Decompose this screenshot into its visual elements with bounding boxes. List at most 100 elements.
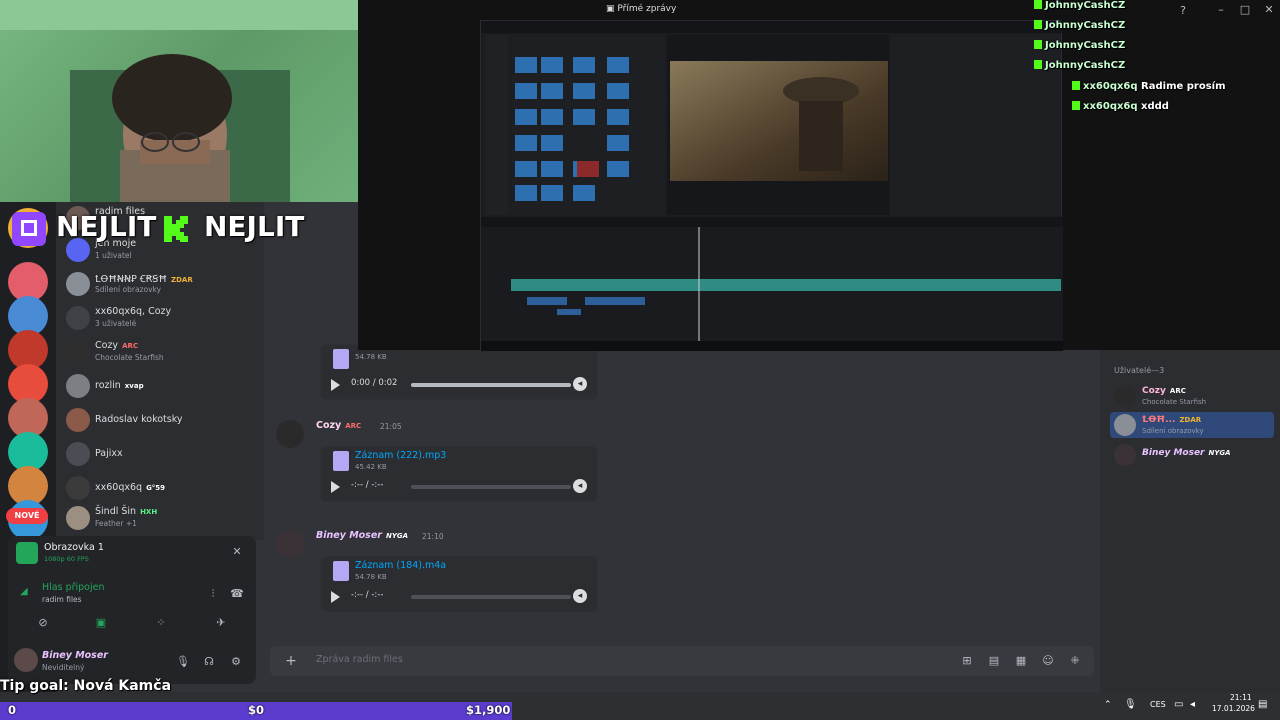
volume-icon[interactable]: ◂ [573, 479, 587, 493]
avatar [66, 306, 90, 330]
clock-time[interactable]: 21:11 [1230, 693, 1252, 702]
gear-icon[interactable]: ⚙ [229, 655, 243, 669]
user-panel: Obrazovka 1 1080p 60 FPS ✕ ◢ Hlas připoj… [8, 536, 256, 684]
message-input[interactable]: Zpráva radim files [316, 654, 403, 665]
camera-off-icon[interactable]: ⊘ [36, 616, 50, 630]
dm-name: Cozy ARC [95, 340, 139, 351]
file-name[interactable]: Záznam (184).m4a [355, 560, 446, 571]
chevron-up-icon[interactable]: ⌃ [1104, 700, 1112, 710]
apps-icon[interactable]: ⁜ [1068, 654, 1082, 668]
member-name: Cozy ARC [1142, 386, 1186, 396]
member-item[interactable]: Biney Moser NYGA [1112, 444, 1272, 470]
headphones-icon[interactable]: ☊ [202, 655, 216, 669]
new-badge[interactable]: NOVÉ [6, 508, 48, 524]
activities-icon[interactable]: ⁘ [154, 616, 168, 630]
kick-chat-line: JohnnyCashCZ [1034, 40, 1125, 51]
badge-tag: HXH [140, 508, 158, 516]
badge-tag: ZDAR [171, 276, 193, 284]
dm-item[interactable]: xx60qx6q G°59 [64, 474, 260, 504]
clock-date[interactable]: 17.01.2026 [1212, 704, 1255, 713]
tip-goal-bar: 0 $0 $1,900 [0, 702, 512, 720]
goal-left-value: 0 [8, 703, 17, 717]
play-icon[interactable] [331, 481, 340, 493]
dm-item[interactable]: Radoslav kokotsky [64, 406, 260, 436]
chat-area: 54.78 KB 0:00 / 0:02 ◂ Cozy ARC 21:05 Záz… [264, 344, 1100, 692]
message-time: 21:10 [422, 532, 444, 541]
gif-icon[interactable]: ▤ [987, 654, 1001, 668]
voice-status[interactable]: Hlas připojen [42, 582, 105, 593]
help-icon[interactable]: ? [1176, 4, 1190, 18]
dm-item[interactable]: xx60qx6q, Cozy 3 uživatelé [64, 304, 260, 334]
disconnect-icon[interactable]: ☎ [230, 587, 244, 601]
dm-sub: Chocolate Starfish [95, 353, 164, 362]
emoji-icon[interactable]: ☺ [1041, 654, 1055, 668]
audio-attachment: Záznam (222).mp3 45.42 KB -:-- / -:-- ◂ [320, 446, 598, 502]
plus-icon[interactable]: + [284, 654, 298, 668]
member-list: Uživatelé—3 Cozy ARC Chocolate Starfish Ꝉ… [1100, 350, 1280, 692]
audio-player: -:-- / -:-- ◂ [331, 585, 589, 609]
member-item[interactable]: Cozy ARC Chocolate Starfish [1112, 384, 1272, 410]
volume-icon[interactable]: ◂ [1190, 699, 1195, 710]
volume-icon[interactable]: ◂ [573, 589, 587, 603]
notification-icon[interactable]: ▤ [1258, 699, 1267, 710]
language-indicator[interactable]: CES [1150, 700, 1166, 709]
kick-chat-line: JohnnyCashCZ [1034, 20, 1125, 31]
sticker-icon[interactable]: ▦ [1014, 654, 1028, 668]
gift-icon[interactable]: ⊞ [960, 654, 974, 668]
close-icon[interactable]: ✕ [230, 545, 244, 559]
microphone-icon[interactable]: 🎙 [176, 655, 190, 669]
message-author[interactable]: Biney Moser NYGA [316, 530, 408, 541]
message-author[interactable]: Cozy ARC [316, 420, 361, 431]
rocket-icon[interactable]: ✈ [214, 616, 228, 630]
kick-chat-line: xx60qx6q xddd [1072, 101, 1169, 112]
network-icon[interactable]: ▭ [1174, 699, 1183, 710]
share-screen-icon[interactable]: ▣ [94, 616, 108, 630]
badge-tag: NYGA [1208, 449, 1231, 457]
streamer-handles: NEJLIT NEJLIT [0, 208, 304, 252]
audio-progress[interactable] [411, 595, 571, 599]
play-icon[interactable] [331, 591, 340, 603]
badge-tag: NYGA [385, 532, 409, 540]
member-item[interactable]: ꝈꝊĦ... ZDAR Sdílení obrazovky [1110, 412, 1274, 438]
audio-player: -:-- / -:-- ◂ [331, 475, 589, 499]
member-name: ꝈꝊĦ... ZDAR [1142, 415, 1202, 425]
badge-tag: G°59 [146, 484, 166, 492]
play-icon[interactable] [331, 379, 340, 391]
avatar [66, 374, 90, 398]
file-name[interactable]: Záznam (222).mp3 [355, 450, 446, 461]
dm-item[interactable]: Šindl Šin HXH Feather +1 [64, 504, 260, 534]
maximize-icon[interactable]: □ [1238, 3, 1252, 17]
kick-icon [162, 214, 190, 244]
dm-name: xx60qx6q G°59 [95, 482, 166, 493]
audio-progress[interactable] [411, 485, 571, 489]
dm-name: Pajixx [95, 448, 123, 459]
dm-item[interactable]: rozlin xvap [64, 372, 260, 402]
close-icon[interactable]: ✕ [1262, 3, 1276, 17]
dm-item[interactable]: Pajixx [64, 440, 260, 470]
avatar[interactable] [276, 530, 304, 558]
file-size: 54.78 KB [355, 573, 387, 581]
avatar[interactable] [14, 648, 38, 672]
file-size: 54.78 KB [355, 353, 387, 361]
video-editor-graphic [481, 21, 1063, 351]
audio-attachment: 54.78 KB 0:00 / 0:02 ◂ [320, 344, 598, 400]
user-status: Neviditelný [42, 663, 85, 672]
audio-progress[interactable] [411, 383, 571, 387]
volume-icon[interactable]: ◂ [573, 377, 587, 391]
audio-file-icon [333, 451, 349, 471]
avatar[interactable] [276, 420, 304, 448]
soundboard-icon[interactable]: ⫶ [206, 587, 220, 601]
voice-channel[interactable]: radim files [42, 595, 82, 604]
badge-tag: ARC [345, 422, 362, 430]
dm-sub: Sdílení obrazovky [95, 285, 162, 294]
dm-item[interactable]: ꝈꝊĦꞤꞤꝐ ꞒꞦꞨĦ ZDAR Sdílení obrazovky [64, 270, 260, 300]
file-size: 45.42 KB [355, 463, 387, 471]
microphone-icon[interactable]: 🎙 [1124, 699, 1137, 710]
tip-goal-label: Tip goal: Nová Kamča [0, 678, 172, 694]
dm-item[interactable]: Cozy ARC Chocolate Starfish [64, 338, 260, 368]
twitch-handle: NEJLIT [56, 210, 157, 243]
dm-name: Radoslav kokotsky [95, 414, 183, 425]
dm-sub: 1 uživatel [95, 251, 132, 260]
avatar [66, 476, 90, 500]
minimize-icon[interactable]: – [1214, 3, 1228, 17]
